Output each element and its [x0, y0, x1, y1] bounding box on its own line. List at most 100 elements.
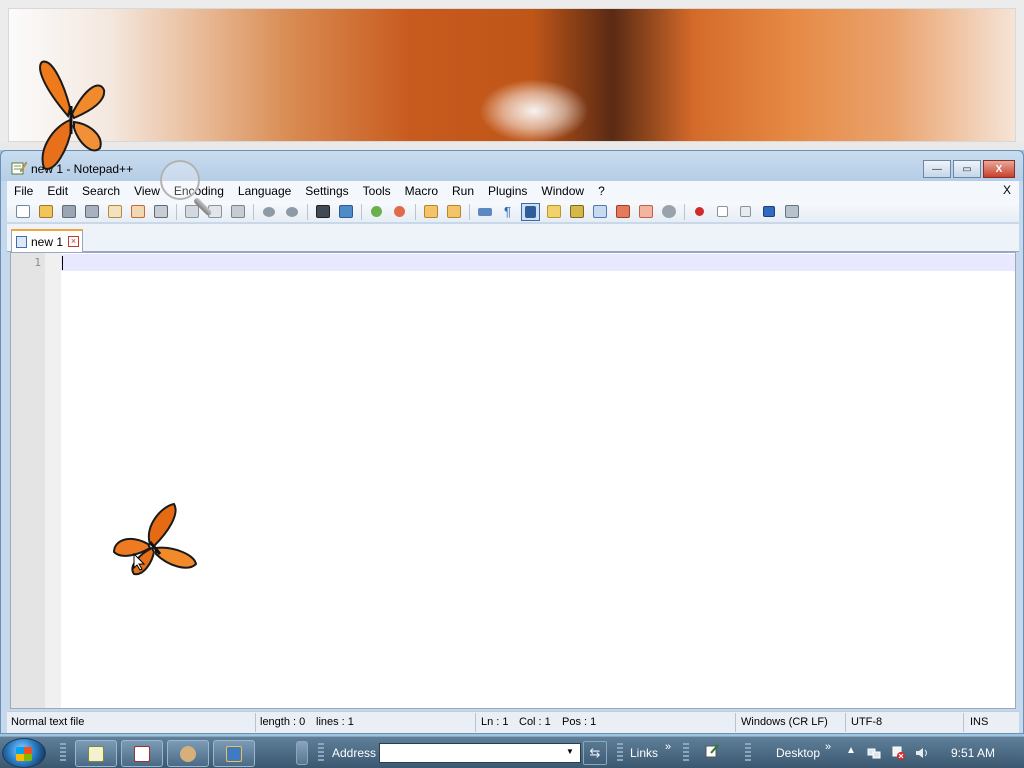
taskbar: Address ▼ ⇆ Links » Desktop » ▲ 9:51 AM — [0, 736, 1024, 768]
title-bar[interactable]: new 1 - Notepad++ — ▭ X — [1, 151, 1023, 181]
project-panel-button[interactable] — [636, 203, 655, 221]
close-all-icon — [130, 205, 145, 218]
show-hidden-icons-icon[interactable]: ▲ — [846, 745, 856, 756]
fold-margin[interactable] — [45, 253, 61, 708]
status-eol[interactable]: Windows (CR LF) — [741, 716, 828, 728]
sync-vertical-button[interactable] — [421, 203, 440, 221]
address-label: Address — [332, 746, 377, 760]
menu-tools[interactable]: Tools — [356, 184, 398, 198]
status-bar: Normal text file length : 0 lines : 1 Ln… — [7, 711, 1019, 733]
menu-window[interactable]: Window — [534, 184, 591, 198]
system-clock[interactable]: 9:51 AM — [951, 746, 995, 760]
status-divider — [475, 713, 476, 732]
close-all-button[interactable] — [128, 203, 147, 221]
status-insert-mode[interactable]: INS — [970, 716, 988, 728]
toolbar-grip[interactable] — [617, 743, 623, 763]
monitoring-button[interactable] — [659, 203, 678, 221]
minimize-button[interactable]: — — [923, 160, 951, 178]
tab-close-icon[interactable]: × — [68, 236, 80, 247]
run-macro-multiple-button[interactable] — [759, 203, 778, 221]
close-document-button[interactable]: X — [1003, 183, 1011, 197]
taskbar-paint-button[interactable] — [167, 740, 209, 767]
folder-workspace-icon — [615, 205, 630, 218]
save-macro-button[interactable] — [782, 203, 801, 221]
menu-settings[interactable]: Settings — [298, 184, 355, 198]
close-file-button[interactable] — [105, 203, 124, 221]
save-button[interactable] — [59, 203, 78, 221]
menu-help[interactable]: ? — [591, 184, 612, 198]
record-macro-button[interactable] — [690, 203, 709, 221]
taskbar-notepadpp-button[interactable] — [75, 740, 117, 767]
menu-search[interactable]: Search — [75, 184, 127, 198]
pilcrow-icon: ¶ — [504, 204, 511, 219]
status-column: Col : 1 — [519, 716, 551, 728]
document-map-button[interactable] — [567, 203, 586, 221]
editor-area[interactable]: 1 — [10, 252, 1016, 709]
toolbar-separator — [415, 203, 416, 220]
menu-run[interactable]: Run — [445, 184, 481, 198]
links-label[interactable]: Links — [630, 746, 658, 760]
user-defined-language-button[interactable] — [544, 203, 563, 221]
status-divider — [735, 713, 736, 732]
printer-icon — [153, 205, 168, 218]
menu-edit[interactable]: Edit — [40, 184, 75, 198]
tab-new-1[interactable]: new 1 × — [11, 229, 83, 252]
explorer-icon — [226, 745, 242, 762]
volume-icon[interactable] — [915, 746, 929, 760]
indent-guide-button[interactable] — [521, 202, 540, 221]
maximize-icon: ▭ — [962, 163, 972, 175]
menu-plugins[interactable]: Plugins — [481, 184, 534, 198]
address-go-button[interactable]: ⇆ — [583, 741, 607, 765]
indent-guide-icon — [525, 205, 536, 218]
redo-button[interactable] — [282, 203, 301, 221]
folder-as-workspace-button[interactable] — [613, 203, 632, 221]
print-button[interactable] — [151, 203, 170, 221]
action-center-icon[interactable] — [891, 746, 905, 760]
function-list-button[interactable] — [590, 203, 609, 221]
start-button[interactable] — [2, 738, 46, 768]
toolbar-separator — [253, 203, 254, 220]
stop-recording-button[interactable] — [713, 203, 732, 221]
close-button[interactable]: X — [983, 160, 1015, 178]
playback-macro-button[interactable] — [736, 203, 755, 221]
taskbar-explorer-button[interactable] — [213, 740, 255, 767]
menu-language[interactable]: Language — [231, 184, 298, 198]
toolbar-separator — [176, 203, 177, 220]
new-file-button[interactable] — [13, 203, 32, 221]
save-all-button[interactable] — [82, 203, 101, 221]
quick-launch-icon[interactable] — [705, 744, 719, 758]
toolbar-grip[interactable] — [318, 743, 324, 763]
show-all-characters-button[interactable]: ¶ — [498, 203, 517, 221]
toolbar-grip[interactable] — [683, 743, 689, 763]
replace-button[interactable] — [336, 203, 355, 221]
desktop-chevron-icon[interactable]: » — [825, 741, 831, 753]
address-input[interactable] — [379, 743, 581, 763]
taskbar-grip[interactable] — [60, 743, 66, 763]
sync-horizontal-button[interactable] — [444, 203, 463, 221]
wallpaper-butterfly-photo — [8, 8, 1016, 143]
menu-macro[interactable]: Macro — [398, 184, 445, 198]
chevron-down-icon[interactable]: ▼ — [566, 747, 574, 756]
network-icon[interactable] — [867, 746, 881, 760]
paste-button[interactable] — [228, 203, 247, 221]
sync-vertical-icon — [423, 205, 438, 218]
links-chevron-icon[interactable]: » — [665, 741, 671, 753]
zoom-out-button[interactable] — [390, 203, 409, 221]
desktop-wallpaper — [0, 0, 1024, 150]
toolbar-grip[interactable] — [745, 743, 751, 763]
open-file-button[interactable] — [36, 203, 55, 221]
status-encoding[interactable]: UTF-8 — [851, 716, 882, 728]
butterfly-icon — [110, 502, 200, 578]
sync-horizontal-icon — [446, 205, 461, 218]
desktop-label[interactable]: Desktop — [776, 746, 820, 760]
word-wrap-button[interactable] — [475, 203, 494, 221]
taskbar-scroll-button[interactable] — [296, 741, 308, 765]
taskbar-app-button[interactable] — [121, 740, 163, 767]
mouse-pointer-icon — [133, 553, 145, 571]
maximize-button[interactable]: ▭ — [953, 160, 981, 178]
zoom-in-button[interactable] — [367, 203, 386, 221]
undo-button[interactable] — [259, 203, 278, 221]
menu-file[interactable]: File — [7, 184, 40, 198]
status-divider — [255, 713, 256, 732]
find-button[interactable] — [313, 203, 332, 221]
